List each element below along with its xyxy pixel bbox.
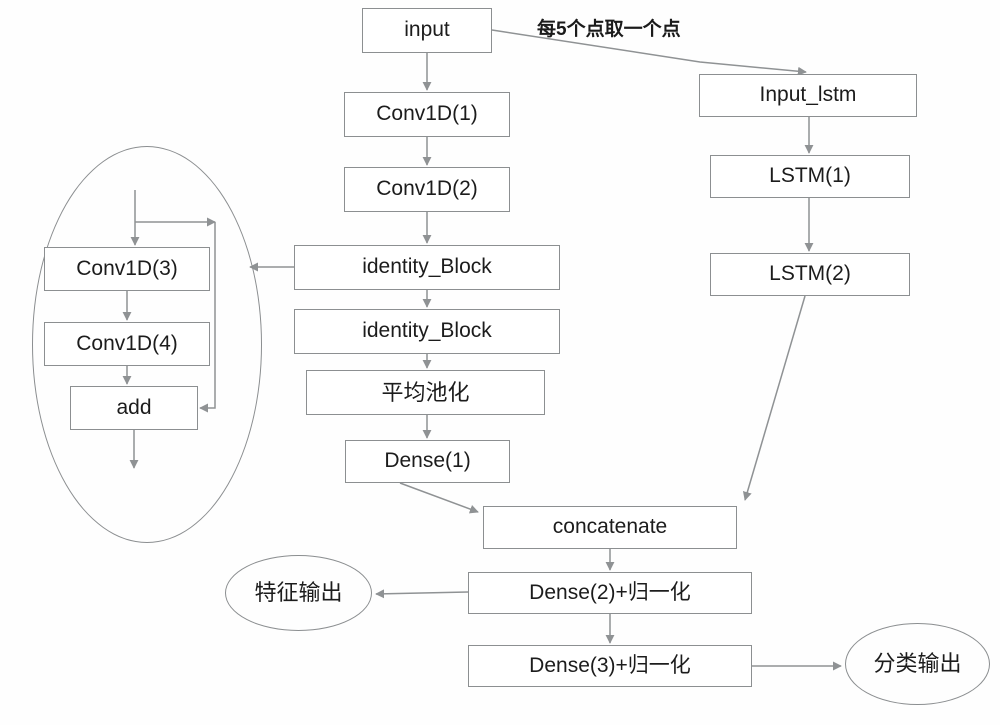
node-lstm-2[interactable]: LSTM(2) (710, 253, 910, 296)
architecture-diagram: input Conv1D(1) Conv1D(2) identity_Block… (0, 0, 1000, 725)
node-class-output-label: 分类输出 (873, 651, 962, 677)
edge-dense1-to-concatenate (399, 482, 479, 514)
node-input-lstm-label: Input_lstm (759, 83, 857, 107)
node-identity-block-1[interactable]: identity_Block (294, 245, 560, 290)
node-conv1d-4[interactable]: Conv1D(4) (44, 322, 210, 366)
node-concatenate[interactable]: concatenate (483, 506, 737, 549)
node-conv1d-1-label: Conv1D(1) (376, 102, 478, 126)
node-class-output[interactable]: 分类输出 (845, 623, 990, 705)
node-feature-output[interactable]: 特征输出 (225, 555, 372, 631)
node-input-label: input (404, 18, 450, 42)
node-dense-1-label: Dense(1) (384, 449, 471, 473)
node-input[interactable]: input (362, 8, 492, 53)
node-add-label: add (116, 395, 152, 419)
node-input-lstm[interactable]: Input_lstm (699, 74, 917, 117)
downsample-note: 每5个点取一个点 (537, 14, 681, 41)
edge-lstm2-to-concatenate (742, 295, 806, 501)
node-lstm-2-label: LSTM(2) (769, 262, 851, 286)
node-identity-block-1-label: identity_Block (362, 255, 492, 279)
node-lstm-1-label: LSTM(1) (769, 164, 851, 188)
downsample-note-label: 每5个点取一个点 (537, 19, 681, 40)
node-identity-block-2[interactable]: identity_Block (294, 309, 560, 354)
node-dense-2-label: Dense(2)+归一化 (529, 580, 691, 604)
node-conv1d-3-label: Conv1D(3) (76, 256, 178, 280)
node-dense-1[interactable]: Dense(1) (345, 440, 510, 483)
node-average-pooling-label: 平均池化 (381, 379, 470, 405)
edge-dense2-to-feature-output (375, 589, 469, 599)
node-conv1d-2[interactable]: Conv1D(2) (344, 167, 510, 212)
node-identity-block-2-label: identity_Block (362, 319, 492, 343)
node-conv1d-2-label: Conv1D(2) (376, 177, 478, 201)
node-concatenate-label: concatenate (552, 515, 668, 539)
node-lstm-1[interactable]: LSTM(1) (710, 155, 910, 198)
node-dense-3[interactable]: Dense(3)+归一化 (468, 645, 752, 687)
node-dense-3-label: Dense(3)+归一化 (529, 653, 691, 677)
node-conv1d-1[interactable]: Conv1D(1) (344, 92, 510, 137)
node-feature-output-label: 特征输出 (254, 580, 343, 606)
node-dense-2[interactable]: Dense(2)+归一化 (468, 572, 752, 614)
node-conv1d-3[interactable]: Conv1D(3) (44, 247, 210, 291)
node-average-pooling[interactable]: 平均池化 (306, 370, 545, 415)
node-conv1d-4-label: Conv1D(4) (76, 331, 178, 355)
node-add[interactable]: add (70, 386, 198, 430)
